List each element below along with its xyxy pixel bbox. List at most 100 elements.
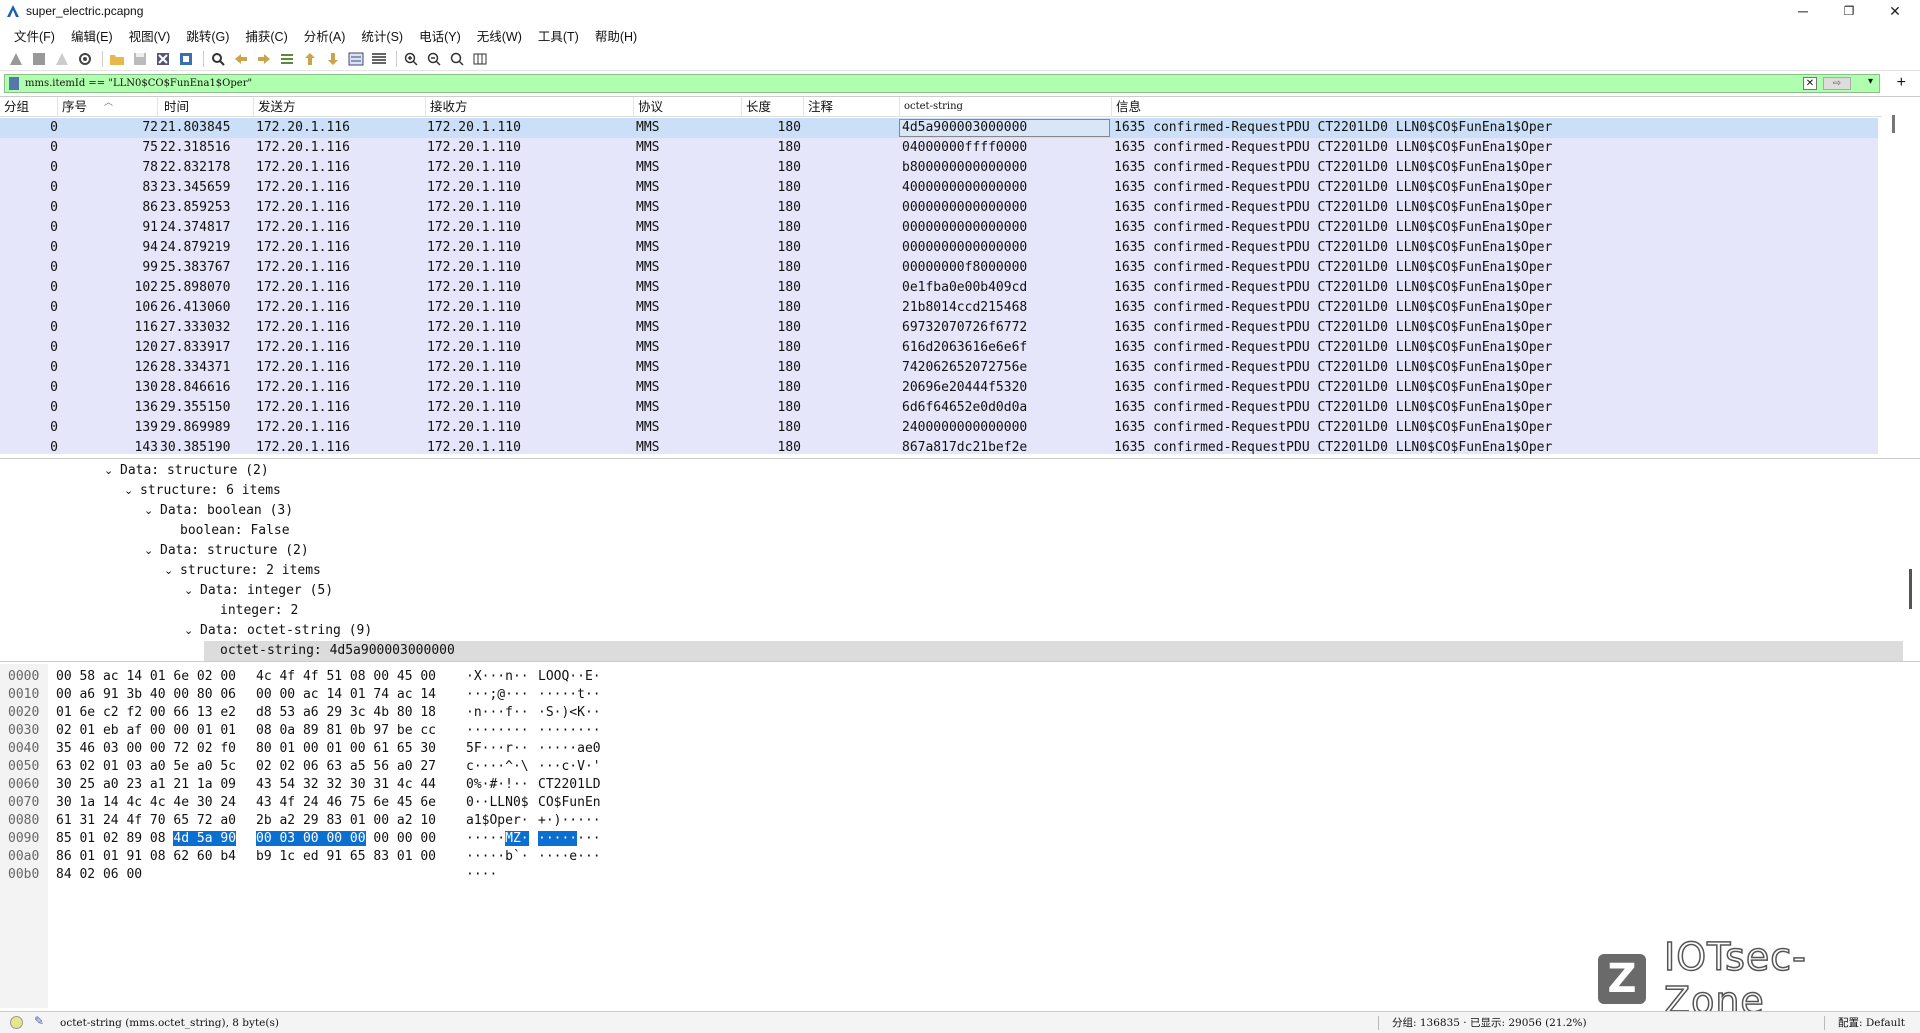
close-file-icon[interactable] <box>153 49 173 69</box>
packet-row[interactable]: 0 106 26.413060 172.20.1.116 172.20.1.110 MMS… <box>0 298 1878 318</box>
column-header-info[interactable]: 信息 <box>1112 97 1880 117</box>
menu-statistics[interactable]: 统计(S) <box>353 26 411 45</box>
column-header-comment[interactable]: 注释 <box>804 97 900 117</box>
tree-item[interactable]: integer: 2 <box>204 601 298 621</box>
packet-row[interactable]: 0 94 24.879219 172.20.1.116 172.20.1.110 MMS 1… <box>0 238 1878 258</box>
packet-row[interactable]: 0 102 25.898070 172.20.1.116 172.20.1.110 MMS… <box>0 278 1878 298</box>
reload-file-icon[interactable] <box>176 49 196 69</box>
start-capture-icon[interactable] <box>6 49 26 69</box>
go-to-packet-icon[interactable] <box>277 49 297 69</box>
hex-row[interactable]: 0080 61 31 24 4f 70 65 72 a0 2b a2 29 83 0… <box>0 812 620 830</box>
status-profile[interactable]: 配置: Default <box>1838 1012 1905 1033</box>
menu-wireless[interactable]: 无线(W) <box>469 26 530 45</box>
go-first-packet-icon[interactable] <box>300 49 320 69</box>
hex-row[interactable]: 0030 02 01 eb af 00 00 01 01 08 0a 89 81 0… <box>0 722 620 740</box>
tree-item[interactable]: ⌄ structure: 6 items <box>124 481 281 501</box>
chevron-down-icon[interactable]: ⌄ <box>164 561 180 581</box>
zoom-in-icon[interactable] <box>401 49 421 69</box>
tree-item[interactable]: octet-string: 4d5a900003000000 <box>204 641 1903 661</box>
column-header-time[interactable]: 时间 <box>158 97 254 117</box>
filter-history-dropdown-icon[interactable]: ▾ <box>1868 76 1873 87</box>
scrollbar-thumb[interactable] <box>1892 115 1895 133</box>
hex-row[interactable]: 0050 63 02 01 03 a0 5e a0 5c 02 02 06 63 a… <box>0 758 620 776</box>
clear-filter-icon[interactable]: ✕ <box>1803 77 1817 90</box>
chevron-down-icon[interactable]: ⌄ <box>184 581 200 601</box>
hex-row[interactable]: 0010 00 a6 91 3b 40 00 80 06 00 00 ac 14 0… <box>0 686 620 704</box>
packet-row[interactable]: 0 86 23.859253 172.20.1.116 172.20.1.110 MMS 1… <box>0 198 1878 218</box>
details-scrollbar-thumb[interactable] <box>1909 569 1912 609</box>
menu-analyze[interactable]: 分析(A) <box>296 26 354 45</box>
close-button[interactable]: ✕ <box>1872 0 1918 22</box>
hex-row[interactable]: 0040 35 46 03 00 00 72 02 f0 80 01 00 01 0… <box>0 740 620 758</box>
tree-item[interactable]: ⌄ Data: octet-string (9) <box>184 621 372 641</box>
hex-row[interactable]: 0060 30 25 a0 23 a1 21 1a 09 43 54 32 32 3… <box>0 776 620 794</box>
hex-row[interactable]: 0020 01 6e c2 f2 00 66 13 e2 d8 53 a6 29 3… <box>0 704 620 722</box>
packet-row[interactable]: 0 139 29.869989 172.20.1.116 172.20.1.110 MMS… <box>0 418 1878 438</box>
packet-row[interactable]: 0 120 27.833917 172.20.1.116 172.20.1.110 MMS… <box>0 338 1878 358</box>
menu-help[interactable]: 帮助(H) <box>587 26 645 45</box>
resize-columns-icon[interactable] <box>470 49 490 69</box>
minimize-button[interactable]: ─ <box>1780 0 1826 22</box>
apply-filter-icon[interactable]: ⇨ <box>1823 77 1851 90</box>
column-header-protocol[interactable]: 协议 <box>634 97 742 117</box>
menu-edit[interactable]: 编辑(E) <box>63 26 121 45</box>
packet-row[interactable]: 0 78 22.832178 172.20.1.116 172.20.1.110 MMS 1… <box>0 158 1878 178</box>
edit-comment-icon[interactable]: ✎ <box>34 1014 44 1028</box>
packet-row[interactable]: 0 72 21.803845 172.20.1.116 172.20.1.110 MMS 1… <box>0 118 1878 138</box>
packet-list-scrollbar[interactable] <box>1882 97 1920 454</box>
packet-row[interactable]: 0 83 23.345659 172.20.1.116 172.20.1.110 MMS 1… <box>0 178 1878 198</box>
column-header-source[interactable]: 发送方 <box>254 97 426 117</box>
column-header-destination[interactable]: 接收方 <box>426 97 634 117</box>
chevron-down-icon[interactable]: ⌄ <box>144 541 160 561</box>
colorize-icon[interactable] <box>369 49 389 69</box>
menu-go[interactable]: 跳转(G) <box>178 26 237 45</box>
auto-scroll-icon[interactable] <box>346 49 366 69</box>
packet-row[interactable]: 0 126 28.334371 172.20.1.116 172.20.1.110 MMS… <box>0 358 1878 378</box>
tree-item[interactable]: ⌄ Data: boolean (3) <box>144 501 293 521</box>
chevron-down-icon[interactable]: ⌄ <box>184 621 200 641</box>
packet-row[interactable]: 0 136 29.355150 172.20.1.116 172.20.1.110 MMS… <box>0 398 1878 418</box>
menu-telephony[interactable]: 电话(Y) <box>411 26 469 45</box>
chevron-down-icon[interactable]: ⌄ <box>144 501 160 521</box>
hex-row[interactable]: 00b0 84 02 06 00 ···· <box>0 866 620 884</box>
stop-capture-icon[interactable] <box>29 49 49 69</box>
go-last-packet-icon[interactable] <box>323 49 343 69</box>
chevron-down-icon[interactable]: ⌄ <box>124 481 140 501</box>
packet-row[interactable]: 0 130 28.846616 172.20.1.116 172.20.1.110 MMS… <box>0 378 1878 398</box>
column-header-group[interactable]: 分组 <box>0 97 58 117</box>
menu-tools[interactable]: 工具(T) <box>530 26 587 45</box>
open-file-icon[interactable] <box>107 49 127 69</box>
menu-file[interactable]: 文件(F) <box>6 26 63 45</box>
maximize-button[interactable]: ❐ <box>1826 0 1872 22</box>
hex-row[interactable]: 0070 30 1a 14 4c 4c 4e 30 24 43 4f 24 46 7… <box>0 794 620 812</box>
zoom-normal-icon[interactable] <box>447 49 467 69</box>
column-header-octet-string[interactable]: octet-string <box>900 97 1112 117</box>
packet-row[interactable]: 0 91 24.374817 172.20.1.116 172.20.1.110 MMS 1… <box>0 218 1878 238</box>
display-filter-text[interactable]: mms.itemId == "LLN0$CO$FunEna1$Oper" <box>25 78 252 89</box>
menu-view[interactable]: 视图(V) <box>121 26 179 45</box>
go-back-icon[interactable] <box>231 49 251 69</box>
zoom-out-icon[interactable] <box>424 49 444 69</box>
column-header-length[interactable]: 长度 <box>742 97 804 117</box>
tree-item[interactable]: ⌄ Data: structure (2) <box>144 541 309 561</box>
menu-capture[interactable]: 捕获(C) <box>237 26 295 45</box>
packet-row[interactable]: 0 116 27.333032 172.20.1.116 172.20.1.110 MMS… <box>0 318 1878 338</box>
add-filter-button-icon[interactable]: + <box>1897 74 1906 92</box>
capture-options-icon[interactable] <box>75 49 95 69</box>
tree-item[interactable]: ⌄ Data: structure (2) <box>104 461 269 481</box>
packet-row[interactable]: 0 75 22.318516 172.20.1.116 172.20.1.110 MMS 1… <box>0 138 1878 158</box>
hex-row[interactable]: 00a0 86 01 01 91 08 62 60 b4 b9 1c ed 91 6… <box>0 848 620 866</box>
hex-row[interactable]: 0090 85 01 02 89 08 4d 5a 90 00 03 00 00 0… <box>0 830 620 848</box>
tree-item[interactable]: ⌄ Data: integer (5) <box>184 581 333 601</box>
chevron-down-icon[interactable]: ⌄ <box>104 461 120 481</box>
bookmark-icon[interactable] <box>9 77 19 90</box>
tree-item[interactable]: boolean: False <box>164 521 290 541</box>
display-filter-input[interactable]: mms.itemId == "LLN0$CO$FunEna1$Oper" ✕ ⇨… <box>4 74 1880 93</box>
go-forward-icon[interactable] <box>254 49 274 69</box>
expert-info-led-icon[interactable] <box>10 1016 23 1029</box>
save-file-icon[interactable] <box>130 49 150 69</box>
hex-row[interactable]: 0000 00 58 ac 14 01 6e 02 00 4c 4f 4f 51 0… <box>0 668 620 686</box>
restart-capture-icon[interactable] <box>52 49 72 69</box>
tree-item[interactable]: ⌄ structure: 2 items <box>164 561 321 581</box>
find-packet-icon[interactable] <box>208 49 228 69</box>
